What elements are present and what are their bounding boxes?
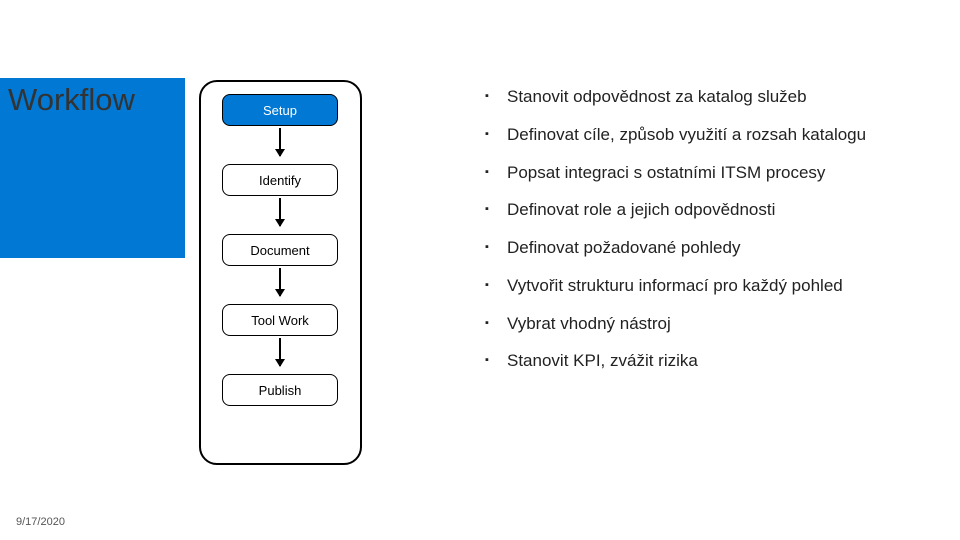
arrow-down-icon — [279, 198, 281, 226]
list-item: Definovat cíle, způsob využití a rozsah … — [485, 124, 940, 145]
page-title: Workflow — [8, 82, 135, 118]
list-item: Stanovit odpovědnost za katalog služeb — [485, 86, 940, 107]
list-item: Definovat požadované pohledy — [485, 237, 940, 258]
flow-step-publish: Publish — [222, 374, 338, 406]
flow-step-identify: Identify — [222, 164, 338, 196]
flow-step-label: Tool Work — [251, 313, 309, 328]
list-item: Popsat integraci s ostatními ITSM proces… — [485, 162, 940, 183]
arrow-down-icon — [279, 268, 281, 296]
list-item: Stanovit KPI, zvážit rizika — [485, 350, 940, 371]
list-item: Vybrat vhodný nástroj — [485, 313, 940, 334]
flow-step-toolwork: Tool Work — [222, 304, 338, 336]
flow-step-label: Setup — [263, 103, 297, 118]
flow-step-setup: Setup — [222, 94, 338, 126]
arrow-down-icon — [279, 338, 281, 366]
bullet-list: Stanovit odpovědnost za katalog služeb D… — [485, 86, 940, 388]
flow-step-document: Document — [222, 234, 338, 266]
list-item: Vytvořit strukturu informací pro každý p… — [485, 275, 940, 296]
list-item: Definovat role a jejich odpovědnosti — [485, 199, 940, 220]
flow-step-label: Document — [250, 243, 309, 258]
flow-step-label: Publish — [259, 383, 302, 398]
footer-date: 9/17/2020 — [16, 516, 65, 528]
flow-step-label: Identify — [259, 173, 301, 188]
arrow-down-icon — [279, 128, 281, 156]
